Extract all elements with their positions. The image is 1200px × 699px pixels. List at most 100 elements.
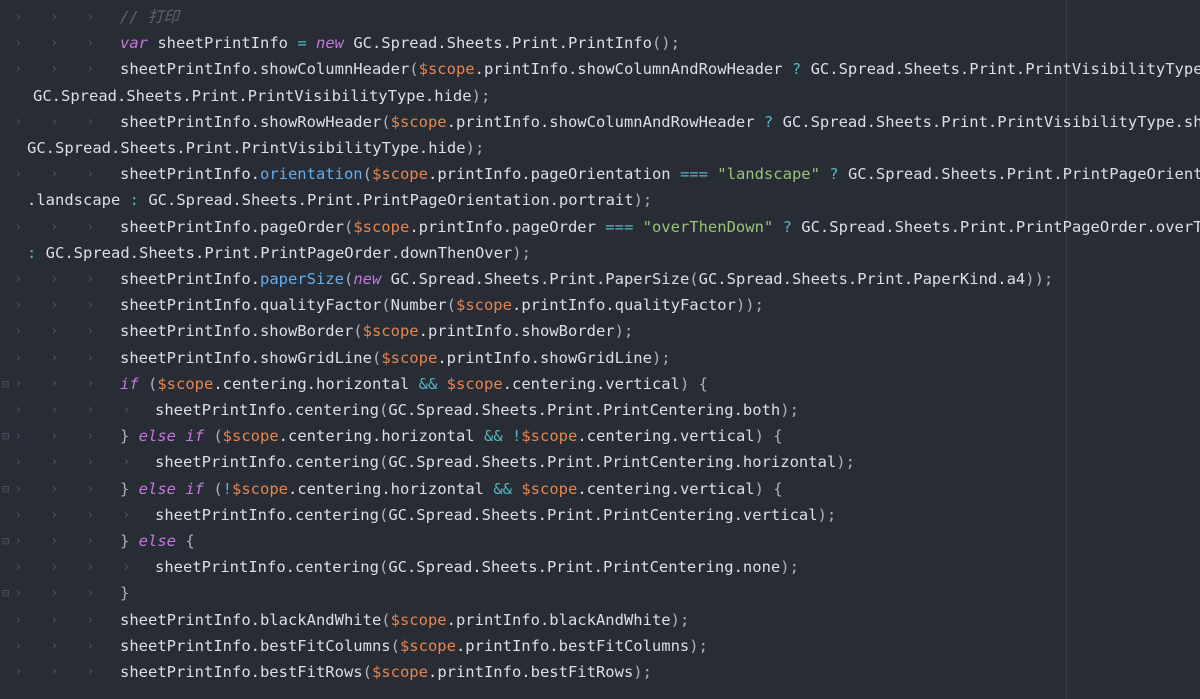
fold-marker-icon[interactable]: ⊟ bbox=[2, 423, 9, 449]
code-line[interactable]: › › › sheetPrintInfo.showColumnHeader($scop… bbox=[0, 56, 1200, 82]
code-line[interactable]: › › › sheetPrintInfo.blackAndWhite($scope.p… bbox=[0, 607, 1200, 633]
code-line[interactable]: ⊟ › › ›} bbox=[0, 580, 1200, 606]
code-token: ); bbox=[670, 610, 690, 629]
code-token: else bbox=[138, 532, 176, 550]
chevron-right-icon: › bbox=[50, 323, 59, 340]
code-token: )); bbox=[1025, 270, 1054, 288]
chevron-right-icon: › bbox=[14, 533, 23, 549]
code-token: $scope bbox=[371, 663, 428, 681]
fold-marker-icon[interactable]: ⊟ bbox=[2, 580, 9, 606]
code-token: && bbox=[483, 427, 503, 446]
chevron-right-icon: › bbox=[86, 375, 95, 392]
code-token: .centering.vertical bbox=[577, 479, 755, 498]
chevron-right-icon: › bbox=[50, 61, 59, 78]
fold-marker-icon[interactable]: ⊟ bbox=[2, 528, 9, 554]
code-text: sheetPrintInfo.showBorder($scope.printIn… bbox=[120, 318, 633, 344]
chevron-right-icon: › bbox=[50, 637, 59, 654]
code-token: ( bbox=[446, 296, 456, 315]
chevron-right-icon: › bbox=[86, 402, 95, 418]
code-line[interactable]: › › › // 打印 bbox=[0, 4, 1200, 30]
code-line[interactable]: › › › › sheetPrintInfo.centering(GC.Spread.S… bbox=[0, 554, 1200, 580]
code-token: paperSize bbox=[259, 270, 344, 288]
code-token: $scope bbox=[437, 374, 503, 393]
code-token: GC.Spread.Sheets.Print.PrintPageOrientat… bbox=[847, 165, 1200, 184]
chevron-right-icon: › bbox=[14, 664, 23, 680]
code-text: sheetPrintInfo.centering(GC.Spread.Sheet… bbox=[155, 397, 799, 423]
code-line[interactable]: › › › sheetPrintInfo.showRowHeader($scope.p… bbox=[0, 109, 1200, 135]
code-token: $scope bbox=[362, 322, 419, 341]
code-token: sheetPrintInfo bbox=[148, 34, 298, 53]
chevron-right-icon: › bbox=[14, 61, 23, 78]
code-token: } bbox=[120, 479, 139, 498]
code-token: "landscape" bbox=[707, 165, 820, 184]
code-text: .landscape : GC.Spread.Sheets.Print.Prin… bbox=[27, 187, 652, 213]
chevron-right-icon: › bbox=[50, 271, 59, 287]
code-line[interactable]: › › › sheetPrintInfo.bestFitColumns($scope.… bbox=[0, 633, 1200, 659]
fold-marker-icon[interactable]: ⊟ bbox=[2, 476, 9, 502]
code-line[interactable]: › › › sheetPrintInfo.orientation($scope.pri… bbox=[0, 161, 1200, 187]
fold-marker-icon[interactable]: ⊟ bbox=[2, 371, 9, 397]
code-line[interactable]: › › › var sheetPrintInfo = new GC.Spread.Sh… bbox=[0, 30, 1200, 56]
code-line[interactable]: › › › sheetPrintInfo.bestFitRows($scope.pri… bbox=[0, 659, 1200, 685]
code-line[interactable]: › › › sheetPrintInfo.qualityFactor(Number($… bbox=[0, 292, 1200, 318]
chevron-right-icon: › bbox=[14, 585, 23, 602]
code-token: GC.Spread.Sheets.Print.PaperKind.a4 bbox=[698, 270, 1026, 288]
code-text: sheetPrintInfo.centering(GC.Spread.Sheet… bbox=[155, 554, 799, 580]
code-token: ( bbox=[138, 374, 158, 393]
code-token: ( bbox=[204, 427, 223, 446]
chevron-right-icon: › bbox=[122, 506, 131, 523]
code-token: else if bbox=[138, 479, 204, 498]
code-line-continuation[interactable]: : GC.Spread.Sheets.Print.PrintPageOrder.… bbox=[0, 240, 1200, 266]
code-token: ( bbox=[353, 322, 363, 341]
code-token: GC.Spread.Sheets.Print.PaperSize bbox=[381, 270, 690, 288]
code-token: sheetPrintInfo.centering bbox=[155, 505, 379, 524]
code-token: sheetPrintInfo.centering bbox=[155, 401, 379, 419]
chevron-right-icon: › bbox=[14, 271, 23, 287]
chevron-right-icon: › bbox=[86, 559, 95, 576]
code-token: ( bbox=[381, 112, 391, 131]
code-token: sheetPrintInfo.blackAndWhite bbox=[120, 610, 382, 629]
code-text: } else { bbox=[120, 528, 195, 554]
code-line[interactable]: › › › sheetPrintInfo.pageOrder($scope.print… bbox=[0, 214, 1200, 240]
code-token: if bbox=[120, 374, 139, 393]
code-text: } bbox=[120, 580, 129, 606]
code-token: sheetPrintInfo.bestFitRows bbox=[120, 663, 363, 681]
code-line-continuation[interactable]: GC.Spread.Sheets.Print.PrintVisibilityTy… bbox=[0, 83, 1200, 109]
code-token: .centering.horizontal bbox=[278, 427, 484, 446]
chevron-right-icon: › bbox=[14, 428, 23, 445]
code-line-continuation[interactable]: GC.Spread.Sheets.Print.PrintVisibilityTy… bbox=[0, 135, 1200, 161]
code-line[interactable]: › › › sheetPrintInfo.paperSize(new GC.Sprea… bbox=[0, 266, 1200, 292]
code-line[interactable]: › › › › sheetPrintInfo.centering(GC.Spread.S… bbox=[0, 449, 1200, 475]
chevron-right-icon: › bbox=[14, 218, 23, 235]
code-token: $scope bbox=[232, 479, 289, 498]
code-token: ( bbox=[390, 636, 400, 655]
code-token: GC.Spread.Sheets.Print.PrintCentering.bo… bbox=[388, 401, 781, 419]
code-line[interactable]: › › › sheetPrintInfo.showGridLine($scope.pr… bbox=[0, 345, 1200, 371]
chevron-right-icon: › bbox=[86, 35, 95, 52]
code-token: ( bbox=[371, 348, 382, 367]
code-token: && bbox=[493, 479, 512, 498]
code-line[interactable]: ⊟ › › ›} else { bbox=[0, 528, 1200, 554]
code-text: var sheetPrintInfo = new GC.Spread.Sheet… bbox=[120, 30, 680, 56]
chevron-right-icon: › bbox=[14, 297, 23, 314]
code-token: sheetPrintInfo.centering bbox=[155, 558, 379, 577]
code-line[interactable]: ⊟ › › ›} else if ($scope.centering.horizont… bbox=[0, 423, 1200, 449]
code-token: ); bbox=[465, 139, 485, 157]
chevron-right-icon: › bbox=[86, 428, 95, 445]
code-token: Number bbox=[390, 296, 447, 315]
code-line-continuation[interactable]: .landscape : GC.Spread.Sheets.Print.Prin… bbox=[0, 187, 1200, 213]
code-token: $scope bbox=[399, 636, 456, 655]
chevron-right-icon: › bbox=[50, 428, 59, 445]
code-line[interactable]: › › › sheetPrintInfo.showBorder($scope.prin… bbox=[0, 318, 1200, 344]
code-token: GC.Spread.Sheets.Print.PrintVisibilityTy… bbox=[27, 139, 466, 157]
code-line[interactable]: › › › › sheetPrintInfo.centering(GC.Spread.S… bbox=[0, 502, 1200, 528]
chevron-right-icon: › bbox=[14, 611, 23, 628]
code-line[interactable]: ⊟ › › › if ($scope.centering.horizontal && $… bbox=[0, 371, 1200, 397]
code-line[interactable]: ⊟ › › ›} else if (!$scope.centering.horizon… bbox=[0, 476, 1200, 502]
code-editor[interactable]: › › › // 打印 › › › var sheetPrintInfo = new GC.S… bbox=[0, 0, 1200, 699]
code-token: ( bbox=[362, 165, 372, 184]
code-token: ! bbox=[502, 427, 522, 446]
code-line[interactable]: › › › › sheetPrintInfo.centering(GC.Spread.S… bbox=[0, 397, 1200, 423]
code-token: $scope bbox=[418, 60, 475, 79]
chevron-right-icon: › bbox=[86, 349, 95, 366]
